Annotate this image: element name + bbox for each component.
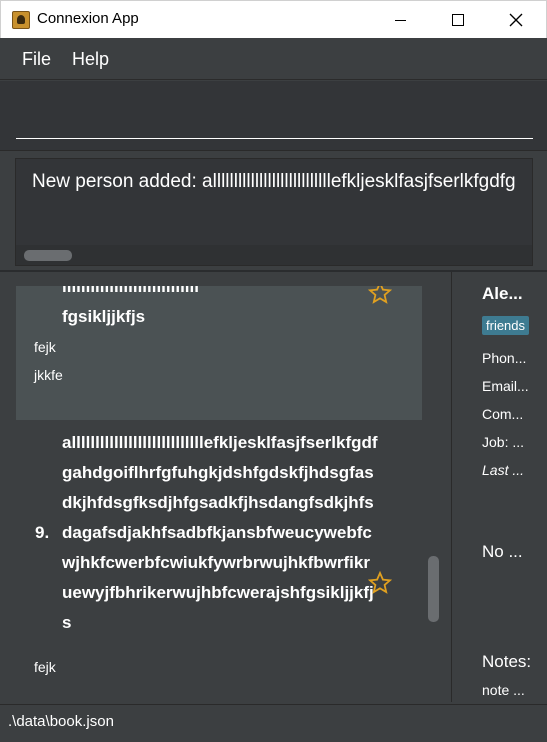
- person-name-line: allllllllllllllllllllllllllllefkljesklfa…: [62, 433, 378, 452]
- minimize-icon: [394, 19, 406, 21]
- person-name-line: dkjhfdsgfksdjhfgsadkfjhsdangfsdkjhfs: [62, 493, 374, 512]
- tag-badge: friends: [482, 316, 530, 335]
- star-icon[interactable]: [368, 571, 392, 595]
- vertical-scroll-thumb[interactable]: [428, 556, 439, 622]
- person-field: fejk: [34, 339, 56, 355]
- detail-email: Email...: [482, 378, 529, 394]
- menu-file[interactable]: File: [22, 49, 51, 70]
- app-icon: [12, 11, 30, 29]
- person-name-line: lllllllllllllllllllllllllllll: [62, 286, 199, 296]
- vertical-scrollbar[interactable]: [424, 272, 442, 702]
- app-body: File Help New person added: alllllllllll…: [0, 38, 547, 742]
- maximize-button[interactable]: [429, 1, 487, 39]
- menu-help[interactable]: Help: [72, 49, 109, 70]
- person-detail-panel: Ale... friends Phon... Email... Com... J…: [453, 272, 547, 702]
- detail-name: Ale...: [482, 284, 523, 303]
- command-area: [0, 81, 547, 151]
- command-input[interactable]: [16, 93, 533, 139]
- person-name-line: s: [62, 613, 72, 632]
- status-bar: .\data\book.json: [0, 704, 547, 742]
- minimize-button[interactable]: [371, 1, 429, 39]
- person-index: 9.: [35, 523, 50, 542]
- person-list-panel: lllllllllllllllllllllllllllll fgsikljjkf…: [0, 272, 452, 702]
- person-name: allllllllllllllllllllllllllllefkljesklfa…: [62, 428, 422, 638]
- detail-job: Job: ...: [482, 434, 525, 450]
- person-card[interactable]: 9. allllllllllllllllllllllllllllefkljesk…: [16, 420, 422, 690]
- person-field: fejk: [34, 659, 56, 675]
- detail-notes-label: Notes:: [482, 652, 532, 671]
- person-name: lllllllllllllllllllllllllllll fgsikljjkf…: [62, 286, 199, 332]
- person-name-line: fgsikljjkfjs: [62, 307, 146, 326]
- result-display[interactable]: New person added: alllllllllllllllllllll…: [15, 158, 533, 266]
- person-name-line: gahdgoiflhrfgfuhgkjdshfgdskfjhdsgfas: [62, 463, 374, 482]
- menu-bar: File Help: [0, 38, 547, 80]
- close-icon: [509, 13, 523, 27]
- detail-no: No ...: [482, 542, 523, 561]
- detail-company: Com...: [482, 406, 524, 422]
- title-bar: Connexion App: [0, 0, 547, 38]
- person-card[interactable]: lllllllllllllllllllllllllllll fgsikljjkf…: [16, 286, 422, 420]
- detail-notes-value: note ...: [482, 682, 525, 698]
- detail-last: Last ...: [482, 462, 525, 478]
- person-name-line: dagafsdjakhfsadbfkjansbfweucywebfc: [62, 523, 372, 542]
- horizontal-scrollbar[interactable]: [16, 245, 532, 265]
- result-area: New person added: alllllllllllllllllllll…: [0, 152, 547, 270]
- window-title: Connexion App: [37, 10, 139, 27]
- person-field: jkkfe: [34, 367, 63, 383]
- detail-phone: Phon...: [482, 350, 527, 366]
- maximize-icon: [452, 14, 464, 26]
- file-path: .\data\book.json: [8, 713, 114, 730]
- result-message: New person added: alllllllllllllllllllll…: [32, 171, 516, 192]
- horizontal-scroll-thumb[interactable]: [24, 250, 72, 261]
- star-icon[interactable]: [368, 286, 392, 305]
- close-button[interactable]: [487, 1, 545, 39]
